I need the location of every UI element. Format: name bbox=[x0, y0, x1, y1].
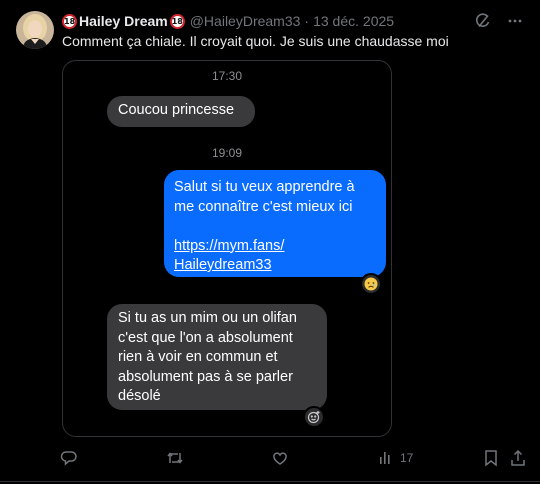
views-button[interactable]: 17 bbox=[378, 447, 413, 469]
retweet-icon bbox=[167, 452, 183, 464]
message-line: me connaître c'est mieux ici bbox=[174, 198, 353, 215]
message-time: 17:30 bbox=[211, 69, 243, 83]
like-icon bbox=[273, 452, 287, 465]
share-icon bbox=[511, 449, 525, 466]
add-reaction-icon[interactable] bbox=[303, 406, 325, 428]
message-time: 19:09 bbox=[211, 146, 243, 160]
header-actions bbox=[474, 12, 524, 30]
avatar[interactable] bbox=[16, 11, 54, 49]
reply-icon bbox=[60, 451, 77, 466]
retweet-button[interactable] bbox=[166, 447, 184, 469]
tweet-header: 18 Hailey Dream 18 @HaileyDream33 · 13 d… bbox=[62, 12, 394, 30]
message-line: désolé bbox=[118, 388, 161, 404]
message-link[interactable]: https://mym.fans/ bbox=[174, 238, 284, 254]
grok-icon[interactable] bbox=[474, 12, 492, 30]
reply-button[interactable] bbox=[60, 447, 78, 469]
tweet-actions: 17 bbox=[0, 447, 540, 469]
more-icon[interactable] bbox=[506, 12, 524, 30]
bookmark-button[interactable] bbox=[483, 447, 499, 469]
message-link[interactable]: Haileydream33 bbox=[174, 257, 272, 273]
display-name[interactable]: Hailey Dream bbox=[79, 13, 168, 29]
tweet: 18 Hailey Dream 18 @HaileyDream33 · 13 d… bbox=[0, 0, 540, 484]
message-line: Salut si tu veux apprendre à bbox=[174, 179, 355, 195]
separator: · bbox=[304, 13, 310, 29]
user-handle[interactable]: @HaileyDream33 bbox=[190, 13, 301, 29]
incoming-message: Si tu as un mim ou un olifan c'est que l… bbox=[107, 304, 327, 410]
message-line: absolument pas à se parler bbox=[118, 368, 293, 385]
message-line: Si tu as un mim ou un olifan bbox=[118, 310, 297, 326]
sad-emoji-reaction-icon bbox=[360, 273, 382, 295]
bookmark-icon bbox=[485, 450, 497, 467]
tweet-text: Comment ça chiale. Il croyait quoi. Je s… bbox=[62, 33, 449, 49]
divider bbox=[0, 481, 540, 482]
outgoing-message: Salut si tu veux apprendre à me connaîtr… bbox=[164, 170, 386, 277]
tweet-date[interactable]: 13 déc. 2025 bbox=[313, 13, 394, 29]
views-count: 17 bbox=[400, 451, 414, 465]
share-button[interactable] bbox=[510, 447, 526, 469]
message-line: c'est que l'on a absolument bbox=[118, 329, 293, 346]
incoming-message: Coucou princesse bbox=[107, 96, 255, 127]
badge-18-icon: 18 bbox=[169, 13, 185, 29]
tweet-media-screenshot[interactable]: 17:30 Coucou princesse 19:09 Salut si tu… bbox=[62, 60, 392, 437]
views-icon bbox=[380, 452, 390, 464]
like-button[interactable] bbox=[271, 447, 289, 469]
message-line: rien à voir en commun et bbox=[118, 349, 278, 365]
badge-18-icon: 18 bbox=[62, 13, 77, 29]
